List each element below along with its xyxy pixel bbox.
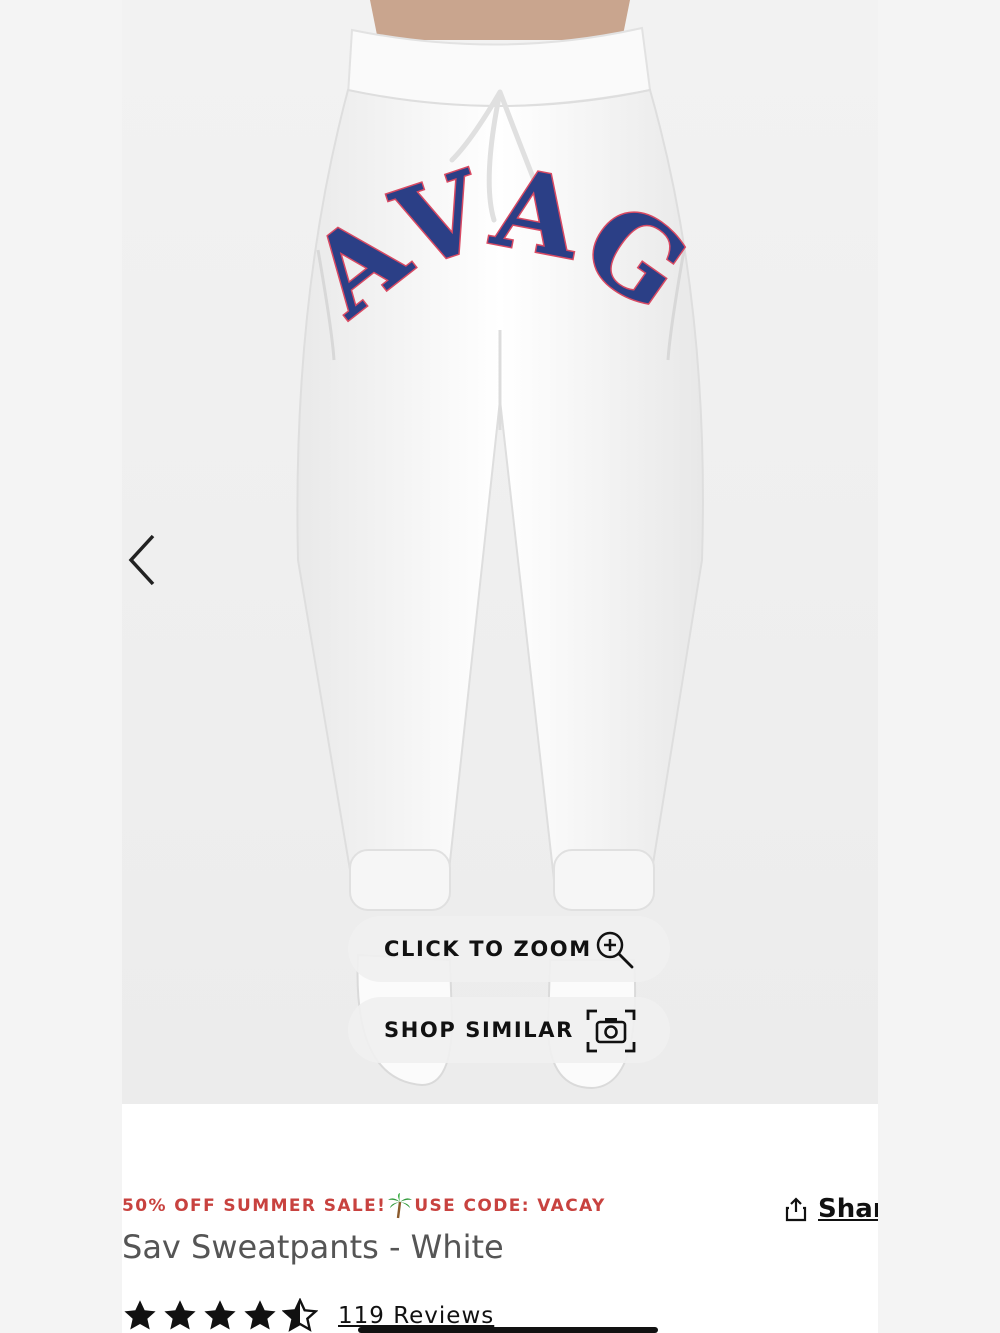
zoom-in-icon	[596, 931, 634, 969]
rating-stars	[122, 1298, 322, 1333]
chevron-right-icon	[877, 546, 878, 564]
right-margin	[878, 0, 1000, 1333]
star-full-icon	[204, 1300, 236, 1330]
star-full-icon	[124, 1300, 156, 1330]
share-label: Shar	[818, 1194, 878, 1224]
promo-banner: 50% OFF SUMMER SALE! USE CODE: VACAY	[122, 1193, 606, 1219]
promo-sale-text: 50% OFF SUMMER SALE!	[122, 1196, 387, 1216]
palm-tree-icon	[388, 1193, 413, 1219]
star-half-icon	[282, 1298, 318, 1332]
product-title: Sav Sweatpants - White	[122, 1228, 504, 1266]
click-to-zoom-button[interactable]: CLICK TO ZOOM	[348, 916, 670, 982]
product-page: SAVAGE CLICK TO ZOOM SHOP SIMILAR	[122, 0, 878, 1333]
shop-similar-button[interactable]: SHOP SIMILAR	[348, 997, 670, 1063]
chevron-left-icon	[128, 534, 155, 586]
next-image-button[interactable]	[864, 525, 878, 595]
share-button[interactable]: Shar	[784, 1194, 878, 1224]
promo-code-text: USE CODE: VACAY	[414, 1196, 606, 1216]
reviews-link[interactable]: 119 Reviews	[338, 1303, 494, 1329]
click-to-zoom-label: CLICK TO ZOOM	[384, 937, 592, 961]
visual-search-camera-icon	[586, 1009, 636, 1053]
star-full-icon	[164, 1300, 196, 1330]
share-icon	[785, 1197, 807, 1222]
left-margin	[0, 0, 122, 1333]
star-full-icon	[244, 1300, 276, 1330]
home-indicator	[358, 1327, 658, 1333]
product-image-gallery[interactable]: SAVAGE CLICK TO ZOOM SHOP SIMILAR	[122, 0, 878, 1104]
shop-similar-label: SHOP SIMILAR	[384, 1018, 574, 1042]
previous-image-button[interactable]	[122, 525, 162, 595]
